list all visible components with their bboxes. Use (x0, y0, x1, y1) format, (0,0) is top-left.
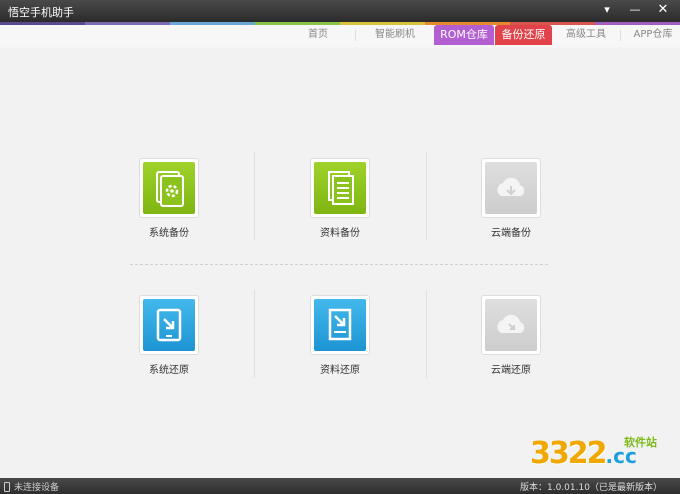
connection-status: 未连接设备 (4, 480, 59, 493)
cloud-backup-button[interactable]: 云端备份 (456, 158, 566, 239)
watermark-site: 软件站 (624, 436, 657, 449)
close-button[interactable]: ✕ (652, 1, 674, 19)
cloud-icon (485, 299, 537, 351)
nav-zigzag-edge (0, 45, 680, 51)
tab-home[interactable]: 首页 (290, 25, 346, 45)
phone-icon (4, 481, 10, 492)
tab-advanced-tools[interactable]: 高级工具 (555, 25, 617, 45)
nav-bar: 首页 智能刷机 ROM仓库 备份还原 高级工具 APP仓库 (0, 25, 680, 47)
cloud-restore-label: 云端还原 (491, 365, 531, 376)
tab-backup-restore[interactable]: 备份还原 (495, 25, 552, 45)
column-divider (426, 152, 427, 240)
version-info: 版本：1.0.01.10（已是最新版本） (520, 483, 662, 493)
system-restore-icon-frame (139, 295, 199, 355)
system-backup-icon-frame (139, 158, 199, 218)
nav-divider (355, 30, 356, 41)
column-divider (426, 290, 427, 378)
document-arrow-icon (314, 299, 366, 351)
tab-app-repo[interactable]: APP仓库 (626, 25, 680, 45)
minimize-button[interactable]: — (624, 1, 646, 19)
cloud-restore-icon-frame (481, 295, 541, 355)
column-divider (254, 152, 255, 240)
documents-icon (314, 162, 366, 214)
data-backup-icon-frame (310, 158, 370, 218)
data-restore-button[interactable]: 资料还原 (285, 295, 395, 376)
tablet-arrow-icon (143, 299, 195, 351)
tablet-gear-icon (143, 162, 195, 214)
status-bar: 未连接设备 版本：1.0.01.10（已是最新版本） (0, 478, 680, 494)
connection-status-text: 未连接设备 (14, 483, 60, 493)
row-divider (130, 264, 548, 265)
cloud-backup-icon-frame (481, 158, 541, 218)
title-bar: 悟空手机助手 ▾ — ✕ (0, 0, 680, 22)
watermark-number: 3322 (530, 436, 607, 471)
tab-rom-repo[interactable]: ROM仓库 (434, 25, 494, 45)
data-restore-icon-frame (310, 295, 370, 355)
system-backup-label: 系统备份 (149, 228, 189, 239)
data-backup-button[interactable]: 资料备份 (285, 158, 395, 239)
system-restore-button[interactable]: 系统还原 (114, 295, 224, 376)
watermark-logo: 3322.cc 软件站 (530, 436, 657, 471)
app-window: 悟空手机助手 ▾ — ✕ 首页 智能刷机 ROM仓库 备份还原 高级工具 APP… (0, 0, 680, 494)
nav-divider (620, 30, 621, 41)
window-title: 悟空手机助手 (8, 6, 74, 19)
cloud-restore-button[interactable]: 云端还原 (456, 295, 566, 376)
column-divider (254, 290, 255, 378)
cloud-backup-label: 云端备份 (491, 228, 531, 239)
menu-dropdown-button[interactable]: ▾ (596, 1, 618, 19)
data-restore-label: 资料还原 (320, 365, 360, 376)
system-restore-label: 系统还原 (149, 365, 189, 376)
system-backup-button[interactable]: 系统备份 (114, 158, 224, 239)
data-backup-label: 资料备份 (320, 228, 360, 239)
tab-smart-flash[interactable]: 智能刷机 (362, 25, 428, 45)
cloud-icon (485, 162, 537, 214)
